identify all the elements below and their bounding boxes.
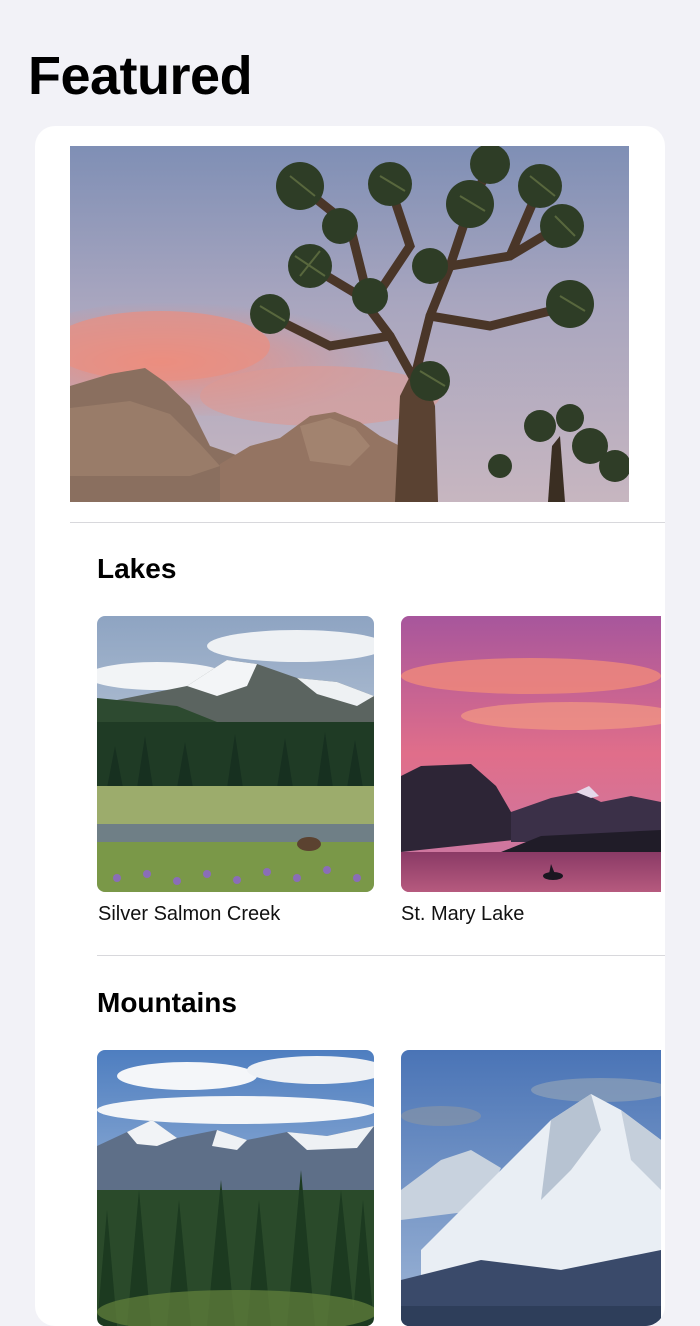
featured-card: Lakes Silver Salmon Creek St. Mary Lake … xyxy=(35,126,665,1326)
section-title-mountains: Mountains xyxy=(97,987,237,1018)
lake-caption-st-mary-lake: St. Mary Lake xyxy=(401,903,525,925)
mountain-image-2 xyxy=(401,1050,661,1326)
lake-item-silver-salmon-creek[interactable] xyxy=(97,616,374,892)
lake-caption-silver-salmon-creek: Silver Salmon Creek xyxy=(98,903,281,925)
page-title: Featured xyxy=(28,46,253,106)
mountain-item-1[interactable] xyxy=(97,1050,374,1326)
silver-salmon-creek-image xyxy=(97,616,374,892)
lake-item-st-mary-lake[interactable] xyxy=(401,616,661,892)
divider xyxy=(70,522,665,523)
mountain-image-1 xyxy=(97,1050,374,1326)
divider xyxy=(97,955,665,956)
joshua-tree-illustration xyxy=(70,146,629,502)
st-mary-lake-image xyxy=(401,616,661,892)
section-title-lakes: Lakes xyxy=(97,553,177,584)
hero-image[interactable] xyxy=(70,146,629,502)
mountain-item-2[interactable] xyxy=(401,1050,661,1326)
